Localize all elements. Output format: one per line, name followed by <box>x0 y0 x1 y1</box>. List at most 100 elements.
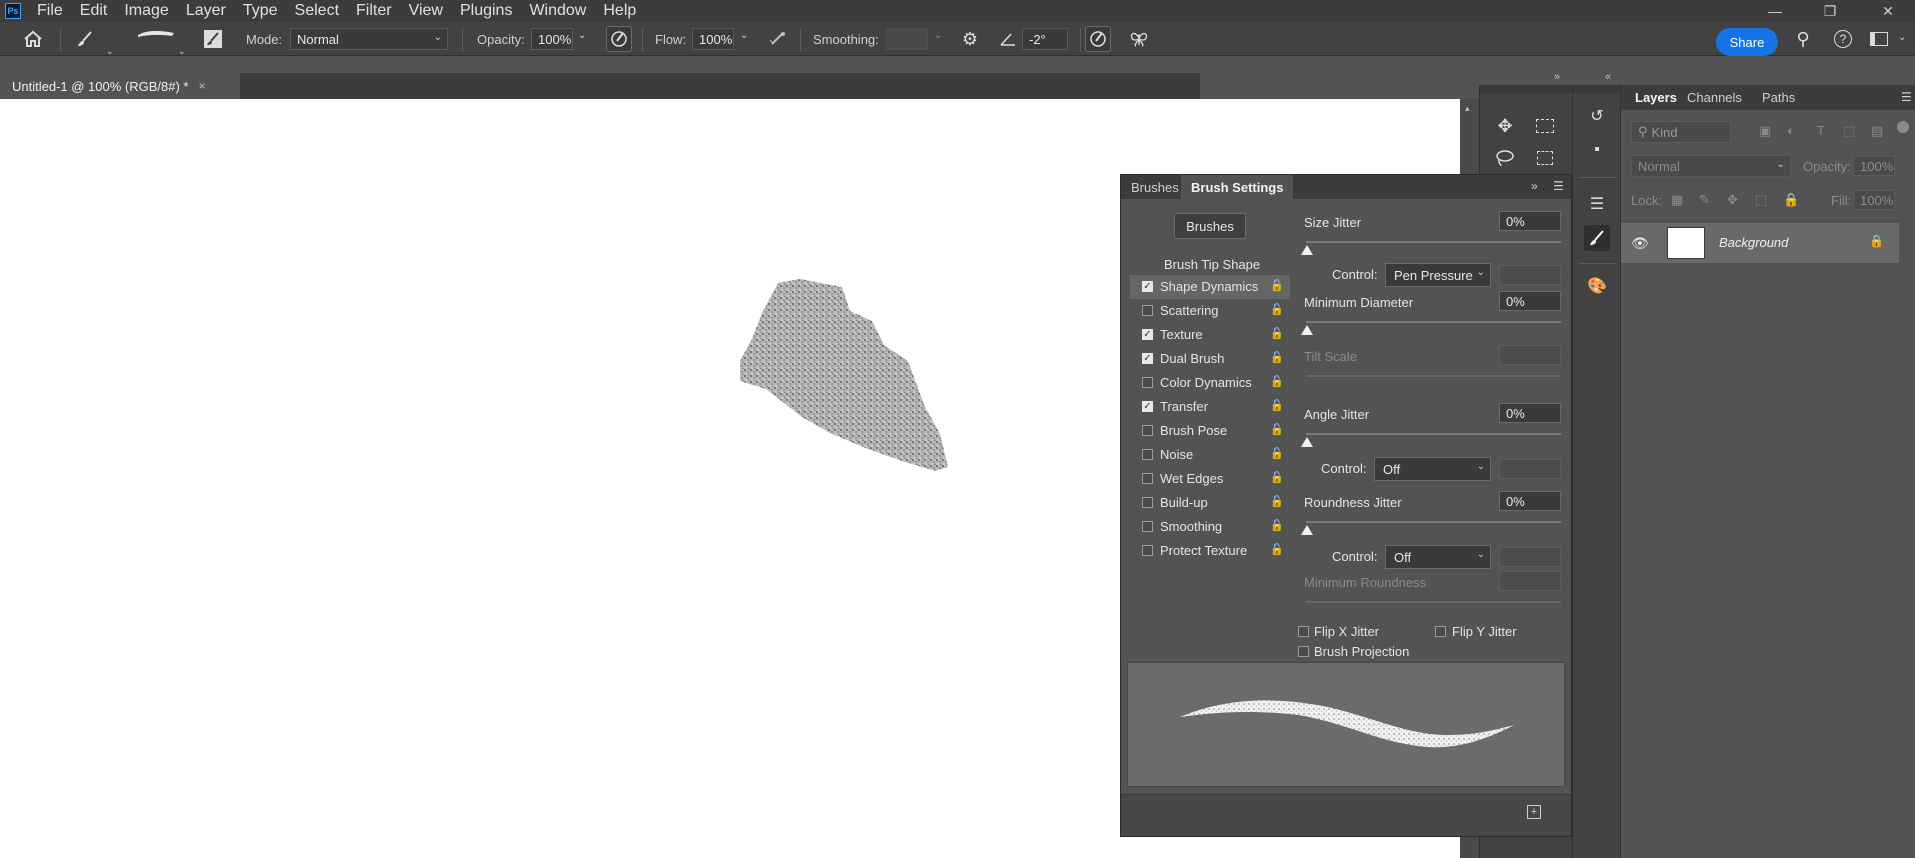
list-item-smoothing[interactable]: Smoothing 🔓 <box>1130 515 1290 539</box>
blend-mode-dropdown[interactable]: Normal ⌄ <box>1631 155 1791 177</box>
move-tool[interactable]: ✥ <box>1492 113 1518 139</box>
list-item-dual-brush[interactable]: ✓ Dual Brush 🔓 <box>1130 347 1290 371</box>
smoothing-chevron-icon[interactable]: ⌄ <box>934 30 942 41</box>
lock-icon[interactable]: 🔓 <box>1270 303 1284 316</box>
checkbox[interactable]: ✓ <box>1142 401 1153 412</box>
lock-icon[interactable]: 🔓 <box>1270 399 1284 412</box>
lock-artboard-icon[interactable]: ⬚ <box>1755 192 1767 208</box>
lock-icon[interactable]: 🔓 <box>1270 351 1284 364</box>
menu-plugins[interactable]: Plugins <box>460 2 512 20</box>
menu-filter[interactable]: Filter <box>356 2 392 20</box>
workspace-chevron-icon[interactable]: ⌄ <box>1898 32 1906 43</box>
lasso-tool[interactable] <box>1492 145 1518 171</box>
checkbox[interactable] <box>1142 425 1153 436</box>
checkbox[interactable]: ✓ <box>1142 329 1153 340</box>
brush-size-chevron-icon[interactable]: ⌄ <box>178 46 186 57</box>
angle-jitter-slider[interactable] <box>1306 433 1561 435</box>
angle-jitter-input[interactable]: 0% <box>1499 403 1561 423</box>
airbrush-button[interactable] <box>765 26 791 52</box>
restore-button[interactable]: ❐ <box>1800 0 1860 22</box>
fill-input[interactable]: 100% <box>1853 190 1895 210</box>
symmetry-button[interactable] <box>1126 26 1152 52</box>
lock-icon[interactable]: 🔓 <box>1270 519 1284 532</box>
lock-icon[interactable]: 🔓 <box>1270 471 1284 484</box>
close-tab-icon[interactable]: × <box>199 79 206 93</box>
min-diameter-slider[interactable] <box>1306 321 1561 323</box>
size-jitter-slider-thumb[interactable] <box>1301 245 1313 255</box>
lock-icon[interactable]: 🔓 <box>1270 447 1284 460</box>
opacity-input[interactable]: 100% <box>531 28 573 50</box>
close-window-button[interactable]: ✕ <box>1858 0 1915 22</box>
angle-control-dropdown[interactable]: Off ⌄ <box>1374 457 1491 481</box>
filter-smart-object-icon[interactable]: ▤ <box>1871 123 1883 139</box>
tools-panel-grip[interactable] <box>1480 85 1572 93</box>
lock-icon[interactable]: 🔓 <box>1270 279 1284 292</box>
flow-input[interactable]: 100% <box>692 28 734 50</box>
workspace-button[interactable] <box>1866 26 1892 52</box>
panel-menu-icon[interactable]: ☰ <box>1901 90 1912 104</box>
layer-opacity-input[interactable]: 100% <box>1853 156 1895 176</box>
fade-steps-input[interactable] <box>1499 265 1561 285</box>
open-brushes-button[interactable]: Brushes <box>1174 213 1246 239</box>
list-item-color-dynamics[interactable]: Color Dynamics 🔓 <box>1130 371 1290 395</box>
swatches-panel-button[interactable]: 🎨 <box>1584 273 1610 299</box>
list-item-texture[interactable]: ✓ Texture 🔓 <box>1130 323 1290 347</box>
document-tab[interactable]: Untitled-1 @ 100% (RGB/8#) * × <box>0 73 240 99</box>
roundness-jitter-input[interactable]: 0% <box>1499 491 1561 511</box>
checkbox[interactable] <box>1142 545 1153 556</box>
share-button[interactable]: Share <box>1716 28 1778 56</box>
brush-tip-shape-item[interactable]: Brush Tip Shape <box>1164 257 1260 272</box>
tab-brush-settings[interactable]: Brush Settings <box>1181 175 1294 199</box>
menu-edit[interactable]: Edit <box>80 2 108 20</box>
checkbox[interactable]: ✓ <box>1142 281 1153 292</box>
toggle-brush-settings-button[interactable] <box>200 26 226 52</box>
list-item-shape-dynamics[interactable]: ✓ Shape Dynamics 🔓 <box>1130 275 1290 299</box>
filter-shape-icon[interactable]: ⬚ <box>1843 123 1855 139</box>
list-item-protect-texture[interactable]: Protect Texture 🔓 <box>1130 539 1290 563</box>
checkbox[interactable] <box>1142 497 1153 508</box>
flow-chevron-icon[interactable]: ⌄ <box>740 30 748 41</box>
list-item-scattering[interactable]: Scattering 🔓 <box>1130 299 1290 323</box>
eye-icon[interactable]: 👁 <box>1631 235 1649 252</box>
minimize-button[interactable]: — <box>1745 0 1805 22</box>
checkbox[interactable] <box>1142 521 1153 532</box>
list-item-transfer[interactable]: ✓ Transfer 🔓 <box>1130 395 1290 419</box>
layer-filter-kind[interactable]: ⚲ Kind <box>1631 121 1731 143</box>
help-button[interactable]: ? <box>1830 26 1856 52</box>
lock-position-icon[interactable]: ✥ <box>1727 192 1738 208</box>
lock-transparent-icon[interactable]: ▦ <box>1671 192 1683 208</box>
panel-menu-icon[interactable]: ☰ <box>1553 179 1564 193</box>
min-diameter-input[interactable]: 0% <box>1499 291 1561 311</box>
list-item-wet-edges[interactable]: Wet Edges 🔓 <box>1130 467 1290 491</box>
marquee-tool[interactable] <box>1532 113 1558 139</box>
brush-projection-checkbox[interactable] <box>1298 646 1309 657</box>
min-diameter-slider-thumb[interactable] <box>1301 325 1313 335</box>
home-button[interactable] <box>20 26 46 52</box>
comments-panel-button[interactable]: ▪ <box>1584 137 1610 163</box>
brush-tool-preset[interactable] <box>72 26 98 52</box>
filter-adjustment-icon[interactable]: ◐ <box>1787 123 1795 138</box>
tab-layers[interactable]: Layers <box>1635 90 1677 105</box>
filter-pixel-icon[interactable]: ▣ <box>1759 123 1771 139</box>
checkbox[interactable] <box>1142 305 1153 316</box>
lock-icon[interactable]: 🔓 <box>1270 375 1284 388</box>
menu-file[interactable]: File <box>37 2 63 20</box>
brush-angle-input[interactable]: -2° <box>1022 28 1068 50</box>
checkbox[interactable] <box>1142 473 1153 484</box>
smoothing-input[interactable] <box>886 28 928 50</box>
collapse-strip-icon[interactable]: « <box>1605 71 1611 83</box>
size-jitter-input[interactable]: 0% <box>1499 211 1561 231</box>
collapse-panel-icon[interactable]: » <box>1531 179 1538 193</box>
pressure-opacity-button[interactable] <box>606 26 632 52</box>
flip-y-checkbox[interactable] <box>1435 626 1446 637</box>
lock-icon[interactable]: 🔓 <box>1270 495 1284 508</box>
flip-x-checkbox[interactable] <box>1298 626 1309 637</box>
angle-jitter-slider-thumb[interactable] <box>1301 437 1313 447</box>
filter-type-icon[interactable]: T <box>1817 123 1825 138</box>
collapse-panel-icon[interactable]: » <box>1554 71 1560 83</box>
list-item-noise[interactable]: Noise 🔓 <box>1130 443 1290 467</box>
brush-settings-panel-button[interactable] <box>1584 225 1610 251</box>
menu-view[interactable]: View <box>409 2 443 20</box>
brush-preset-chevron-icon[interactable]: ⌄ <box>106 46 114 57</box>
checkbox[interactable]: ✓ <box>1142 353 1153 364</box>
